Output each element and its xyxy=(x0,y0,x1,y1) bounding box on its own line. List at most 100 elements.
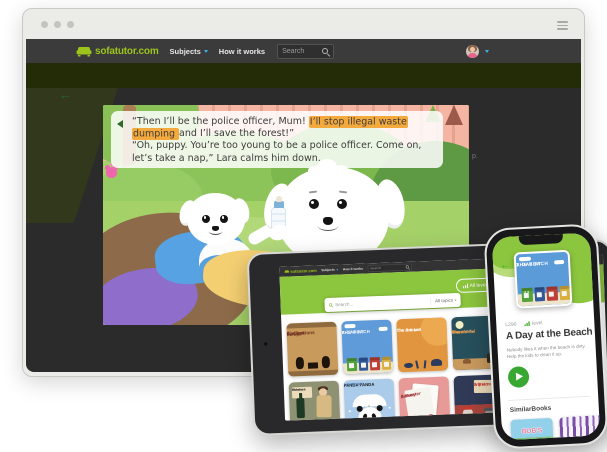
bin-blue xyxy=(358,358,368,371)
cover-title-line: Oven xyxy=(452,330,464,336)
back-arrow[interactable]: ← xyxy=(500,260,511,272)
phone-screen: ← A DAY ATTHE BEACH L290 level A Da xyxy=(492,233,600,441)
nav-how-it-works[interactable]: How it works xyxy=(219,47,265,56)
bin-red xyxy=(546,286,557,301)
panda-eye xyxy=(362,413,367,420)
avatar[interactable] xyxy=(466,45,479,58)
book-cover-sherlock-holmes[interactable]: SherlockHolmes A SCANDALIN BOHEMIA xyxy=(289,381,341,421)
cloud-shape xyxy=(554,260,564,264)
search-placeholder: Search... xyxy=(335,302,353,308)
search-placeholder: Search xyxy=(282,48,304,55)
search-icon xyxy=(405,265,409,269)
chevron-down-icon xyxy=(336,269,338,271)
account-menu[interactable] xyxy=(466,45,489,58)
puppy-mouth xyxy=(209,228,222,235)
bin-blue xyxy=(534,287,545,302)
back-arrow[interactable]: ← xyxy=(59,87,72,102)
similar-books-heading: SimilarBooks xyxy=(510,401,600,413)
phone-mockup: ← A DAY ATTHE BEACH L290 level A Da xyxy=(483,223,607,450)
logo-text: sofatutor.com xyxy=(95,46,159,57)
cover-title-line: A RAINY DAY xyxy=(344,383,363,387)
book-cover-bobs[interactable]: BOB'S xyxy=(510,418,554,441)
baby-bottle xyxy=(269,195,289,243)
couch-icon xyxy=(76,46,92,57)
story-textbox: “Then I’ll be the police officer, Mum! I… xyxy=(111,111,443,168)
book-title: A Day at the Beach xyxy=(506,327,593,343)
tree-shape xyxy=(445,105,463,125)
book-cover-day-at-the-beach[interactable]: A DAY ATTHE BEACH xyxy=(341,320,393,375)
story-line: let’s take a nap,” Lara calms him down. xyxy=(132,153,435,165)
cover-art xyxy=(296,398,305,418)
chevron-down-icon xyxy=(204,50,208,53)
book-cover-ant-and-cricket[interactable]: The Ant andThe Cricket xyxy=(396,317,448,372)
puppy-head xyxy=(187,193,245,245)
logo-text[interactable]: sofatutor.com xyxy=(290,268,317,274)
window-control-dot[interactable] xyxy=(67,21,74,28)
bottle-nipple xyxy=(276,196,282,202)
chevron-down-icon xyxy=(455,299,457,301)
cover-art xyxy=(463,359,471,364)
story-text: and I’ll save the forest!” xyxy=(179,128,294,139)
window-control-dot[interactable] xyxy=(54,21,61,28)
window-control-dot[interactable] xyxy=(41,21,48,28)
story-line: “Then I’ll be the police officer, Mum! I… xyxy=(132,116,435,128)
cover-art xyxy=(322,356,330,368)
browser-menu-icon[interactable] xyxy=(557,21,568,32)
search-input[interactable]: Search xyxy=(277,44,334,59)
book-cover-panda-panda[interactable]: PANDA PANDAA RAINY DAY xyxy=(344,379,396,421)
search-input[interactable]: Search xyxy=(368,263,412,271)
book-description: Nobody likes it when the beach is dirty.… xyxy=(506,342,595,360)
cover-art xyxy=(402,418,417,421)
cover-art xyxy=(420,317,448,346)
cover-title-line: THE BEACH xyxy=(342,329,371,335)
cloud-shape xyxy=(344,324,355,328)
levels-icon xyxy=(463,283,468,288)
speaker-marker-icon[interactable] xyxy=(117,120,123,128)
book-cover-busy-semester[interactable]: A BusySemester xyxy=(399,376,451,420)
play-button[interactable] xyxy=(508,366,530,388)
bin-red xyxy=(370,357,380,370)
levels-icon xyxy=(524,321,529,326)
chevron-down-icon xyxy=(485,50,489,53)
cloud-shape xyxy=(519,257,531,262)
topics-dropdown[interactable]: All topics xyxy=(435,298,457,304)
mother-dog-eye xyxy=(337,199,347,209)
search-icon[interactable] xyxy=(321,47,329,55)
cover-art xyxy=(296,357,304,369)
cover-title-line: Holmes xyxy=(292,388,304,392)
recycling-bins xyxy=(521,286,570,302)
grade-circle xyxy=(428,414,434,420)
book-cover-purple-forest[interactable] xyxy=(559,415,600,440)
similar-books-row: BOB'S xyxy=(510,415,600,440)
cover-art xyxy=(415,361,418,369)
camera-dot xyxy=(263,341,268,346)
nav-subjects[interactable]: Subjects xyxy=(170,47,208,56)
nav-subjects[interactable]: Subjects xyxy=(321,268,338,272)
search-icon xyxy=(329,303,333,307)
main-navbar: sofatutor.com Subjects How it works Sear… xyxy=(26,39,581,63)
bin-yellow xyxy=(559,286,570,301)
ant-silhouette xyxy=(404,363,413,368)
cover-art xyxy=(317,395,332,417)
nav-how-it-works[interactable]: How it works xyxy=(343,267,363,271)
book-cover-ancient-civilisations[interactable]: AncientCivilisationsEurope xyxy=(286,322,338,377)
story-text: let’s take a nap,” Lara calms him down. xyxy=(132,153,321,164)
rain-dots xyxy=(349,410,351,412)
panda-eye xyxy=(371,413,377,420)
highlighted-text: dumping xyxy=(132,128,179,140)
book-grid: AncientCivilisationsEurope A DAY ATTHE B… xyxy=(286,315,505,420)
bin-eyes xyxy=(524,291,526,293)
divider xyxy=(508,396,590,401)
cover-title-line: The Cricket xyxy=(397,327,420,333)
bin-green xyxy=(521,288,532,303)
book-cover-day-at-the-beach[interactable]: A DAY ATTHE BEACH xyxy=(514,250,573,309)
story-line: dumping and I’ll save the forest!” xyxy=(132,128,435,140)
bin-green xyxy=(347,358,357,371)
cricket-silhouette xyxy=(431,359,442,366)
sofatutor-logo[interactable]: sofatutor.com xyxy=(76,46,159,57)
nav-subjects-label: Subjects xyxy=(321,268,335,272)
cover-art xyxy=(290,420,341,421)
story-text: “Then I’ll be the police officer, Mum! xyxy=(132,116,309,127)
browser-titlebar xyxy=(23,9,584,39)
recycling-bins xyxy=(347,357,391,372)
